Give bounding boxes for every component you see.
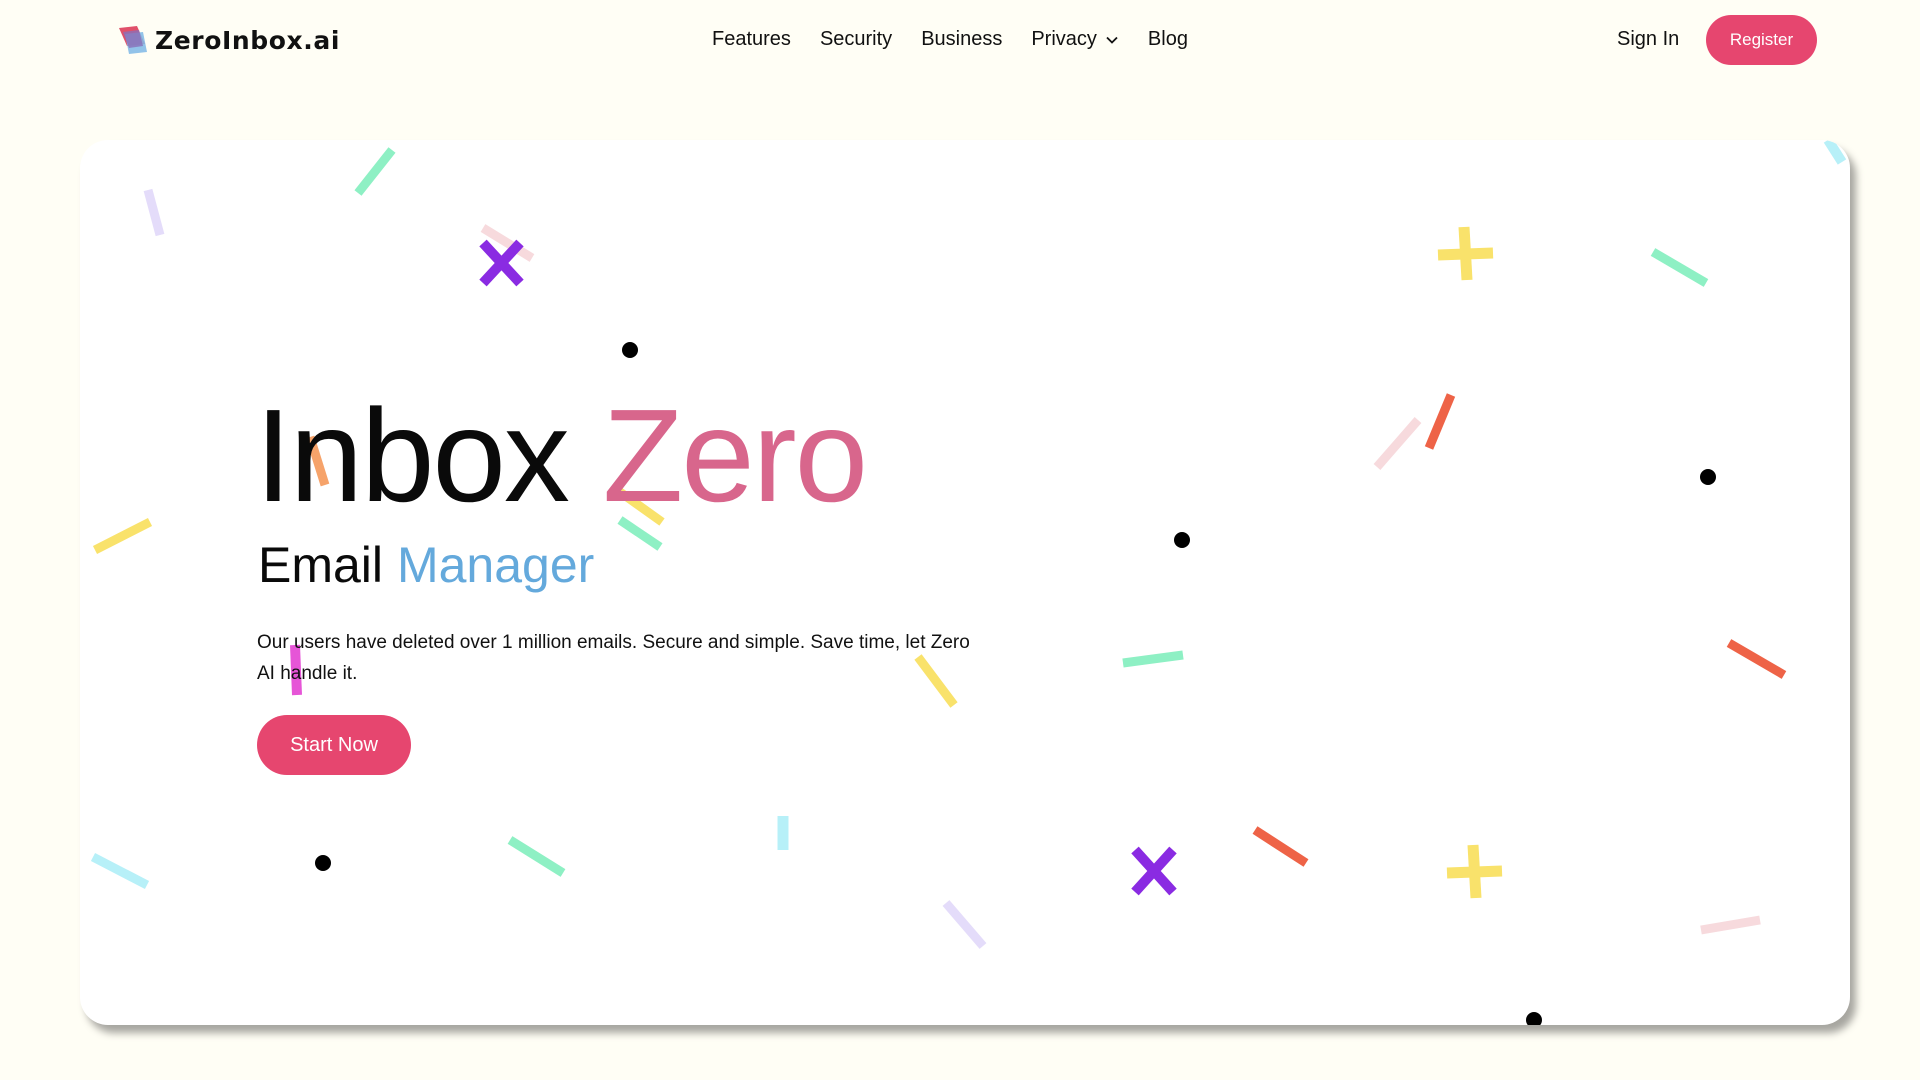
start-now-button[interactable]: Start Now	[257, 715, 411, 775]
nav-link-security[interactable]: Security	[820, 28, 892, 51]
brand[interactable]: ZeroInbox.ai	[117, 22, 340, 58]
chevron-down-icon	[1106, 36, 1118, 44]
nav-link-privacy-label: Privacy	[1031, 28, 1097, 50]
top-navigation: ZeroInbox.ai Features Security Business …	[0, 0, 1920, 80]
sign-in-link[interactable]: Sign In	[1617, 28, 1679, 51]
zeroinbox-logo-icon	[119, 26, 147, 54]
nav-link-blog[interactable]: Blog	[1148, 28, 1188, 51]
hero-subtitle: Email Manager	[258, 540, 594, 590]
nav-links: Features Security Business Privacy Blog	[712, 28, 1217, 51]
nav-link-business[interactable]: Business	[921, 28, 1002, 51]
hero-title: Inbox Zero	[255, 390, 868, 522]
hero-title-word1: Inbox	[255, 382, 570, 529]
register-button[interactable]: Register	[1706, 15, 1817, 65]
hero-description: Our users have deleted over 1 million em…	[257, 632, 970, 684]
brand-name: ZeroInbox.ai	[155, 25, 341, 55]
hero-subtitle-word2: Manager	[396, 537, 595, 593]
hero-subtitle-word1: Email	[258, 537, 384, 593]
nav-link-privacy[interactable]: Privacy	[1031, 28, 1119, 51]
hero-card: Inbox Zero Email Manager Our users have …	[80, 140, 1850, 1025]
nav-link-features[interactable]: Features	[712, 28, 791, 51]
hero-title-word2: Zero	[602, 382, 868, 529]
